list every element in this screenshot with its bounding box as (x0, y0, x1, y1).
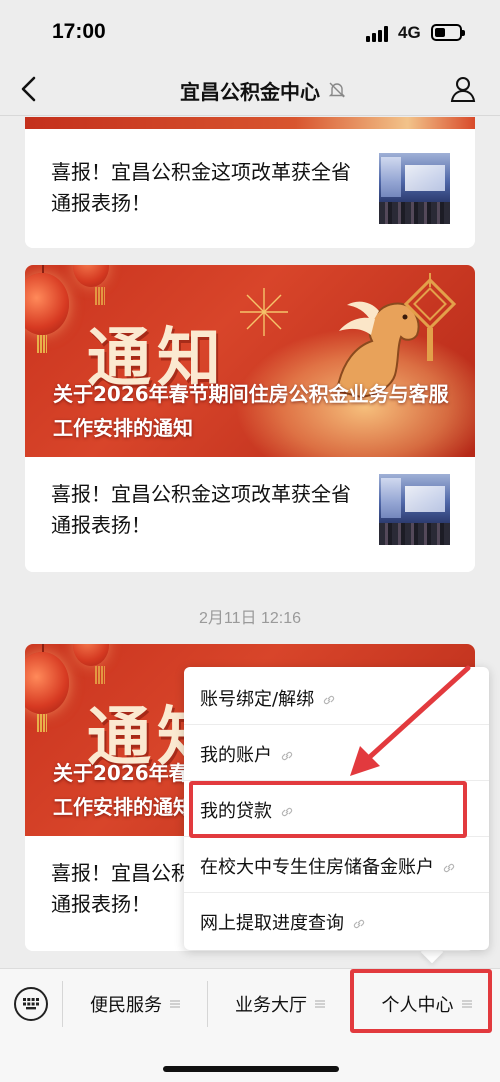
article-item[interactable]: 喜报！宜昌公积金这项改革获全省通报表扬！ (25, 133, 475, 248)
menu-item-label: 网上提取进度查询 (200, 913, 344, 934)
menu-lines-icon (315, 1000, 325, 1008)
status-bar: 17:00 4G (0, 0, 500, 62)
tab-highlight-annotation (350, 969, 492, 1033)
timestamp-label: 2月11日 12:16 (199, 610, 301, 627)
chinese-knot-decoration (403, 273, 457, 361)
mute-icon (328, 82, 346, 98)
link-icon (443, 863, 455, 873)
tab-business-hall[interactable]: 业务大厅 (208, 969, 352, 1039)
article-title: 喜报！宜昌公积金这项改革获全省通报表扬！ (51, 160, 351, 215)
tab-label: 业务大厅 (235, 995, 307, 1016)
article-title: 喜报！宜昌公积金这项改革获全省通报表扬！ (51, 482, 351, 537)
menu-item-student-reserve-account[interactable]: 在校大中专生住房储备金账户 (184, 837, 489, 893)
article-item[interactable]: 喜报！宜昌公积金这项改革获全省通报表扬！ (25, 457, 475, 572)
battery-icon (431, 24, 465, 41)
menu-item-label: 账号绑定/解绑 (200, 689, 315, 710)
link-icon (323, 695, 335, 705)
banner-image[interactable]: 通知 关于2026年春节期间住房公积金业务与客服工作安排的通知 (25, 265, 475, 457)
signal-icon (366, 26, 390, 42)
status-time: 17:00 (52, 20, 106, 43)
link-icon (353, 919, 365, 929)
firework-decoration (240, 288, 288, 336)
profile-icon[interactable] (448, 74, 478, 104)
menu-item-withdrawal-progress[interactable]: 网上提取进度查询 (184, 893, 489, 949)
network-label: 4G (398, 23, 421, 42)
menu-lines-icon (170, 1000, 180, 1008)
menu-item-label: 我的账户 (200, 745, 272, 766)
keyboard-toggle-button[interactable] (14, 987, 48, 1021)
account-name: 宜昌公积金中心 (180, 80, 320, 104)
tab-convenience-services[interactable]: 便民服务 (63, 969, 207, 1039)
article-card[interactable]: 喜报！宜昌公积金这项改革获全省通报表扬！ (25, 117, 475, 248)
article-thumbnail (379, 474, 450, 545)
lantern-decoration (73, 644, 109, 684)
red-arrow-annotation (350, 665, 471, 776)
tab-label: 便民服务 (90, 995, 162, 1016)
home-indicator (163, 1066, 339, 1072)
nav-bar: 宜昌公积金中心 (0, 62, 500, 116)
banner-image (25, 117, 475, 129)
banner-title: 关于2026年春节期间住房公积金业务与客服工作安排的通知 (53, 382, 449, 440)
menu-item-label: 在校大中专生住房储备金账户 (200, 857, 434, 878)
lantern-decoration (73, 265, 109, 305)
lantern-decoration (25, 644, 69, 732)
article-card[interactable]: 通知 关于2026年春节期间住房公积金业务与客服工作安排的通知 喜报！宜昌公积金… (25, 265, 475, 572)
keyboard-icon (23, 998, 39, 1010)
article-thumbnail (379, 153, 450, 224)
link-icon (281, 751, 293, 761)
lantern-decoration (25, 265, 69, 353)
page-title: 宜昌公积金中心 (0, 76, 500, 105)
